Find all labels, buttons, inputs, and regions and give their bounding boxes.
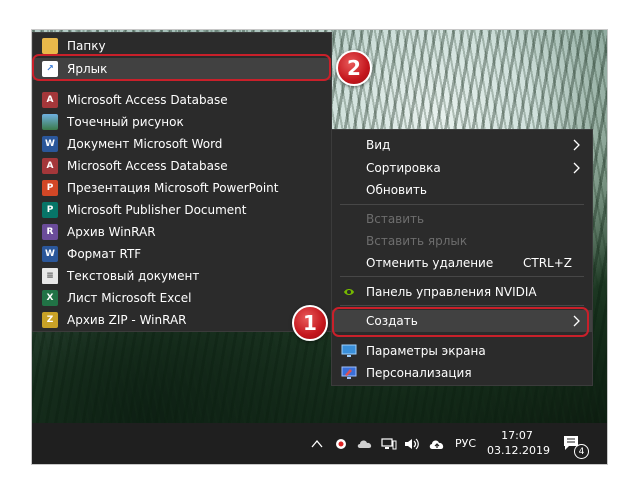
access-icon: A <box>42 158 58 174</box>
zip-icon: Z <box>42 312 58 328</box>
menu-separator <box>340 305 584 306</box>
language-label: РУС <box>455 437 477 450</box>
submenu-item-label: Документ Microsoft Word <box>67 137 223 151</box>
submenu-item-zip[interactable]: Z Архив ZIP - WinRAR <box>33 309 331 331</box>
menu-item-undo-delete[interactable]: Отменить удаление CTRL+Z <box>332 252 592 274</box>
menu-separator <box>340 204 584 205</box>
clock[interactable]: 17:07 03.12.2019 <box>487 428 550 458</box>
submenu-item-label: Архив ZIP - WinRAR <box>67 313 187 327</box>
menu-item-personalization[interactable]: Персонализация <box>332 362 592 384</box>
nvidia-icon <box>341 285 357 299</box>
menu-item-label: Обновить <box>366 183 427 197</box>
cloud-upload-icon <box>429 439 444 449</box>
menu-item-display-settings[interactable]: Параметры экрана <box>332 340 592 362</box>
clock-time: 17:07 <box>501 429 533 442</box>
notification-count: 4 <box>574 444 589 459</box>
menu-item-view[interactable]: Вид <box>332 134 592 156</box>
menu-item-sort[interactable]: Сортировка <box>332 157 592 179</box>
powerpoint-icon: P <box>42 180 58 196</box>
rtf-icon: W <box>42 246 58 262</box>
chevron-up-icon <box>311 439 323 447</box>
tray-app-icon[interactable] <box>334 423 348 464</box>
menu-item-label: Вставить <box>366 212 425 226</box>
menu-item-label: Вид <box>366 138 391 152</box>
submenu-item-winrar[interactable]: R Архив WinRAR <box>33 221 331 243</box>
submenu-item-label: Лист Microsoft Excel <box>67 291 192 305</box>
taskbar: РУС 17:07 03.12.2019 4 <box>32 423 607 464</box>
submenu-item-word[interactable]: W Документ Microsoft Word <box>33 133 331 155</box>
step-1-badge: 1 <box>292 305 328 341</box>
submenu-item-access-2[interactable]: A Microsoft Access Database <box>33 155 331 177</box>
bitmap-icon <box>42 114 58 130</box>
action-center-button[interactable]: 4 <box>562 423 589 464</box>
submenu-item-label: Архив WinRAR <box>67 225 156 239</box>
submenu-item-label: Microsoft Access Database <box>67 159 228 173</box>
submenu-item-label: Текстовый документ <box>67 269 200 283</box>
submenu-item-access[interactable]: A Microsoft Access Database <box>33 89 331 111</box>
highlight-shortcut <box>32 54 331 81</box>
submenu-item-label: Точечный рисунок <box>67 115 184 129</box>
menu-item-label: Параметры экрана <box>366 344 486 358</box>
volume-tray-button[interactable] <box>404 423 420 464</box>
menu-item-label: Сортировка <box>366 161 441 175</box>
submenu-item-label: Папку <box>67 39 106 53</box>
word-icon: W <box>42 136 58 152</box>
menu-item-paste[interactable]: Вставить <box>332 208 592 230</box>
submenu-item-text-document[interactable]: ≡ Текстовый документ <box>33 265 331 287</box>
menu-item-label: Панель управления NVIDIA <box>366 285 537 299</box>
network-tray-button[interactable] <box>381 423 397 464</box>
onedrive-tray-button[interactable] <box>356 423 374 464</box>
clock-date: 03.12.2019 <box>487 444 550 457</box>
folder-icon <box>42 38 58 54</box>
step-2-badge: 2 <box>336 50 372 86</box>
show-hidden-icons-button[interactable] <box>310 423 324 464</box>
upload-tray-button[interactable] <box>428 423 446 464</box>
menu-item-paste-shortcut[interactable]: Вставить ярлык <box>332 230 592 252</box>
speaker-icon <box>405 438 419 449</box>
submenu-item-excel[interactable]: X Лист Microsoft Excel <box>33 287 331 309</box>
submenu-item-label: Презентация Microsoft PowerPoint <box>67 181 279 195</box>
chevron-right-icon <box>573 162 580 174</box>
menu-item-refresh[interactable]: Обновить <box>332 179 592 201</box>
desktop[interactable]: Папку ↗ Ярлык A Microsoft Access Databas… <box>32 30 607 464</box>
submenu-item-powerpoint[interactable]: P Презентация Microsoft PowerPoint <box>33 177 331 199</box>
chevron-right-icon <box>573 139 580 151</box>
submenu-item-bitmap[interactable]: Точечный рисунок <box>33 111 331 133</box>
highlight-create <box>332 307 589 337</box>
submenu-item-rtf[interactable]: W Формат RTF <box>33 243 331 265</box>
winrar-icon: R <box>42 224 58 240</box>
submenu-item-label: Microsoft Publisher Document <box>67 203 247 217</box>
excel-icon: X <box>42 290 58 306</box>
personalization-icon <box>341 366 357 379</box>
menu-item-shortcut: CTRL+Z <box>522 256 572 270</box>
menu-item-label: Вставить ярлык <box>366 234 468 248</box>
monitor-icon <box>341 344 357 357</box>
network-icon <box>381 437 397 449</box>
menu-item-label: Отменить удаление <box>366 256 494 270</box>
text-document-icon: ≡ <box>42 268 58 284</box>
cloud-icon <box>357 439 372 448</box>
menu-item-nvidia-control-panel[interactable]: Панель управления NVIDIA <box>332 281 592 303</box>
publisher-icon: P <box>42 202 58 218</box>
desktop-context-menu: Вид Сортировка Обновить Вставить Вставит… <box>331 129 593 386</box>
submenu-item-label: Microsoft Access Database <box>67 93 228 107</box>
submenu-item-publisher[interactable]: P Microsoft Publisher Document <box>33 199 331 221</box>
submenu-item-label: Формат RTF <box>67 247 142 261</box>
record-icon <box>336 438 346 449</box>
language-indicator[interactable]: РУС <box>455 423 476 464</box>
menu-item-label: Персонализация <box>366 366 472 380</box>
menu-separator <box>340 276 584 277</box>
access-icon: A <box>42 92 58 108</box>
